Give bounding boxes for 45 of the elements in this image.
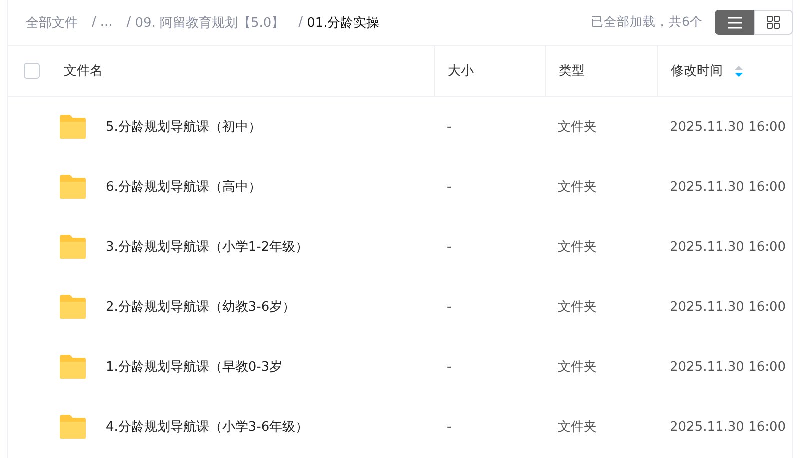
- type-cell-text: 文件夹: [558, 299, 597, 316]
- folder-name[interactable]: 1.分龄规划导航课（早教0-3岁: [106, 358, 283, 376]
- column-header[interactable]: 类型: [559, 62, 585, 80]
- folder-icon: [58, 234, 88, 260]
- folder-name[interactable]: 4.分龄规划导航课（小学3-6年级）: [106, 418, 309, 436]
- modified-cell: 2025.11.30 16:00: [670, 120, 786, 134]
- grid-view-button[interactable]: [754, 10, 793, 35]
- size-cell: -: [447, 180, 452, 194]
- breadcrumb-separator: /: [92, 15, 96, 30]
- size-cell: -: [447, 120, 452, 134]
- modified-cell: 2025.11.30 16:00: [670, 420, 786, 434]
- folder-name[interactable]: 5.分龄规划导航课（初中）: [106, 118, 262, 136]
- folder-icon: [58, 114, 88, 140]
- folder-icon: [58, 174, 88, 200]
- load-status: 已全部加载，共6个: [591, 14, 703, 31]
- breadcrumb-link[interactable]: 01.分龄实操: [307, 14, 380, 32]
- folder-icon: [58, 414, 88, 440]
- column-header[interactable]: 修改时间: [671, 62, 723, 80]
- breadcrumb-separator: /: [298, 15, 304, 30]
- folder-icon: [58, 294, 88, 320]
- grid-icon: [767, 16, 780, 29]
- size-cell: -: [447, 300, 452, 314]
- size-cell: -: [447, 240, 452, 254]
- breadcrumb-separator: /: [126, 15, 132, 30]
- select-all-checkbox[interactable]: [24, 63, 40, 79]
- modified-cell: 2025.11.30 16:00: [670, 180, 786, 194]
- modified-cell: 2025.11.30 16:00: [670, 240, 786, 254]
- folder-icon: [58, 354, 88, 380]
- type-cell-text: 文件夹: [558, 119, 597, 136]
- folder-name[interactable]: 2.分龄规划导航课（幼教3-6岁）: [106, 298, 296, 316]
- type-cell-text: 文件夹: [558, 179, 597, 196]
- sort-icon[interactable]: [735, 66, 743, 76]
- type-cell-text: 文件夹: [558, 359, 597, 376]
- folder-name[interactable]: 3.分龄规划导航课（小学1-2年级）: [106, 238, 309, 256]
- size-cell: -: [447, 360, 452, 374]
- type-cell-text: 文件夹: [558, 419, 597, 436]
- size-cell: -: [447, 420, 452, 434]
- folder-name[interactable]: 6.分龄规划导航课（高中）: [106, 178, 262, 196]
- column-header[interactable]: 文件名: [64, 62, 103, 80]
- type-cell-text: 文件夹: [558, 239, 597, 256]
- modified-cell: 2025.11.30 16:00: [670, 300, 786, 314]
- column-header[interactable]: 大小: [448, 62, 474, 80]
- modified-cell: 2025.11.30 16:00: [670, 360, 786, 374]
- list-icon: [728, 16, 742, 28]
- list-view-button[interactable]: [715, 10, 754, 35]
